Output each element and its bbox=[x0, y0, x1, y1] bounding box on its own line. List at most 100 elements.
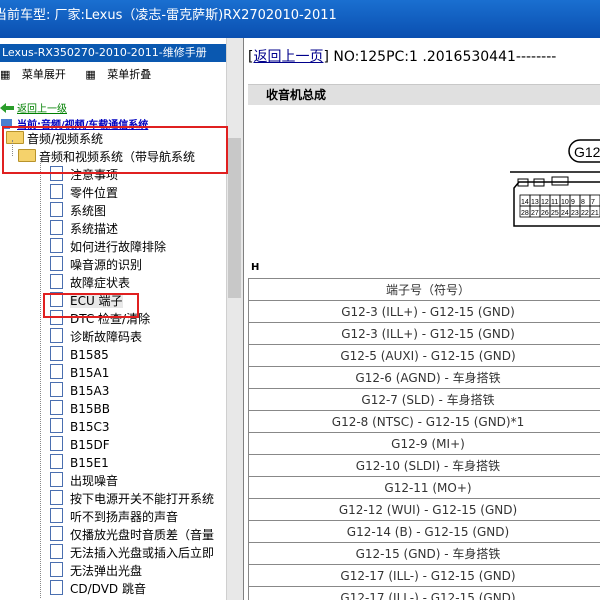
column-header-terminal: 端子号（符号） bbox=[248, 278, 600, 301]
tree-item[interactable]: B15BB bbox=[50, 400, 110, 418]
left-scrollbar[interactable] bbox=[226, 38, 243, 600]
document-icon bbox=[50, 436, 63, 451]
back-page-link[interactable]: 返回上一页 bbox=[253, 49, 323, 65]
terminal-cell: G12-3 (ILL+) - G12-15 (GND) bbox=[248, 300, 600, 323]
connector-label: G12 bbox=[574, 144, 600, 160]
table-row: G12-3 (ILL+) - G12-15 (GND) bbox=[248, 322, 600, 345]
document-icon bbox=[50, 238, 63, 253]
connector-pin: 22 bbox=[581, 210, 589, 217]
tree-item-label: 如何进行故障排除 bbox=[70, 240, 167, 254]
terminal-table: 端子号（符号） G12-3 (ILL+) - G12-15 (GND) G12-3… bbox=[248, 278, 600, 600]
document-icon bbox=[50, 562, 63, 577]
terminal-cell: G12-8 (NTSC) - G12-15 (GND)*1 bbox=[248, 410, 600, 433]
doc-header: [返回上一页] NO:125PC:1 .2016530441-------- bbox=[248, 49, 557, 65]
tree-item-label: CD/DVD 跳音 bbox=[70, 582, 146, 596]
table-row: G12-17 (ILL-) - G12-15 (GND) bbox=[248, 586, 600, 600]
tree-item-label: 按下电源开关不能打开系统 bbox=[70, 492, 215, 506]
connector-pin: 27 bbox=[531, 210, 539, 217]
document-icon bbox=[50, 526, 63, 541]
document-icon bbox=[50, 490, 63, 505]
expand-menu-button[interactable]: ▦ 菜单展开 bbox=[0, 68, 77, 81]
connector-pin: 25 bbox=[551, 210, 559, 217]
tree-item[interactable]: B15E1 bbox=[50, 454, 109, 472]
tree-item[interactable]: 如何进行故障排除 bbox=[50, 238, 166, 256]
tree-item[interactable]: B15C3 bbox=[50, 418, 110, 436]
connector-pin: 8 bbox=[581, 199, 585, 206]
table-row: G12-7 (SLD) - 车身搭铁 bbox=[248, 388, 600, 411]
tree-item[interactable]: 听不到扬声器的声音 bbox=[50, 508, 178, 526]
tree-item-label: 无法弹出光盘 bbox=[70, 564, 143, 578]
tree-item-label: B1585 bbox=[70, 348, 109, 362]
tree-item[interactable]: 系统描述 bbox=[50, 220, 118, 238]
tree-item[interactable]: 系统图 bbox=[50, 202, 106, 220]
tree-item-label: B15C3 bbox=[70, 420, 110, 434]
terminal-cell: G12-6 (AGND) - 车身搭铁 bbox=[248, 366, 600, 389]
document-icon bbox=[50, 544, 63, 559]
table-row: G12-5 (AUXI) - G12-15 (GND) bbox=[248, 344, 600, 367]
tree-item-label: B15E1 bbox=[70, 456, 109, 470]
document-icon bbox=[50, 472, 63, 487]
tree-item[interactable]: CD/DVD 跳音 bbox=[50, 580, 146, 598]
document-icon bbox=[50, 454, 63, 469]
document-icon bbox=[50, 580, 63, 595]
tree-item-label: 故障症状表 bbox=[70, 276, 131, 290]
window-title: 当前车型: 厂家:Lexus（凌志-雷克萨斯)RX2702010-2011 bbox=[0, 8, 337, 23]
document-icon bbox=[50, 220, 63, 235]
collapse-menu-button[interactable]: ▦ 菜单折叠 bbox=[85, 68, 159, 81]
document-panel: [返回上一页] NO:125PC:1 .2016530441-------- 收… bbox=[244, 38, 600, 600]
grid-icon: ▦ bbox=[85, 68, 100, 81]
tree-item-label: B15DF bbox=[70, 438, 110, 452]
tree-item[interactable]: B15A3 bbox=[50, 382, 109, 400]
terminal-cell: G12-7 (SLD) - 车身搭铁 bbox=[248, 388, 600, 411]
tree-item-label: 噪音源的识别 bbox=[70, 258, 143, 272]
tree-toolbar: ▦ 菜单展开 ▦ 菜单折叠 bbox=[0, 66, 167, 82]
tree-item[interactable]: 零件位置 bbox=[50, 184, 118, 202]
tree-item-label: B15BB bbox=[70, 402, 110, 416]
document-icon bbox=[50, 202, 63, 217]
tree-item[interactable]: 无法插入光盘或插入后立即 bbox=[50, 544, 214, 562]
tree-item-label: 系统图 bbox=[70, 204, 107, 218]
document-icon bbox=[50, 184, 63, 199]
tree-item[interactable]: 噪音源的识别 bbox=[50, 256, 142, 274]
connector-pin: 24 bbox=[561, 210, 569, 217]
terminal-cell: G12-10 (SLDI) - 车身搭铁 bbox=[248, 454, 600, 477]
section-title: 收音机总成 bbox=[248, 84, 600, 105]
table-row: G12-6 (AGND) - 车身搭铁 bbox=[248, 366, 600, 389]
document-icon bbox=[50, 382, 63, 397]
tree-item-label: 听不到扬声器的声音 bbox=[70, 510, 179, 524]
tree-item-label: B15A1 bbox=[70, 366, 110, 380]
connector-diagram: G12 14 13 12 11 10 9 8 7 28 27 26 25 24 23 22 21 bbox=[510, 139, 600, 227]
tree-item[interactable]: 无法弹出光盘 bbox=[50, 562, 142, 580]
terminal-cell: G12-5 (AUXI) - G12-15 (GND) bbox=[248, 344, 600, 367]
tree-item[interactable]: B15A1 bbox=[50, 364, 109, 382]
document-icon bbox=[50, 400, 63, 415]
scrollbar-thumb[interactable] bbox=[228, 138, 241, 298]
highlight-box-ecu bbox=[43, 293, 139, 318]
connector-pin: 23 bbox=[571, 210, 579, 217]
tree-item[interactable]: 仅播放光盘时音质差（音量 bbox=[50, 526, 214, 544]
tree-item[interactable]: 故障症状表 bbox=[50, 274, 130, 292]
connector-pin: 13 bbox=[531, 199, 539, 206]
tree-item-label: 无法插入光盘或插入后立即 bbox=[70, 546, 215, 560]
tree-item[interactable]: B1585 bbox=[50, 346, 109, 364]
tree-item-label: 仅播放光盘时音质差（音量 bbox=[70, 528, 215, 542]
table-row: G12-15 (GND) - 车身搭铁 bbox=[248, 542, 600, 565]
terminal-cell: G12-9 (MI+) bbox=[248, 432, 600, 455]
document-icon bbox=[50, 256, 63, 271]
terminal-cell: G12-17 (ILL-) - G12-15 (GND) bbox=[248, 586, 600, 600]
connector-pin: 10 bbox=[561, 199, 569, 206]
tree-item[interactable]: 诊断故障码表 bbox=[50, 328, 142, 346]
manual-title: Lexus-RX350270-2010-2011-维修手册 bbox=[0, 44, 227, 62]
tree-item-label: 系统描述 bbox=[70, 222, 119, 236]
doc-number: NO:125PC:1 .2016530441-------- bbox=[333, 49, 557, 65]
tree-item-label: 出现噪音 bbox=[70, 474, 119, 488]
table-row: G12-11 (MO+) bbox=[248, 476, 600, 499]
table-row: G12-10 (SLDI) - 车身搭铁 bbox=[248, 454, 600, 477]
tree-item[interactable]: B15DF bbox=[50, 436, 110, 454]
connector-pin: 12 bbox=[541, 199, 549, 206]
tree-item[interactable]: 按下电源开关不能打开系统 bbox=[50, 490, 214, 508]
back-up-level-link[interactable]: 返回上一级 bbox=[0, 100, 67, 115]
table-row: G12-3 (ILL+) - G12-15 (GND) bbox=[248, 300, 600, 323]
terminal-cell: G12-14 (B) - G12-15 (GND) bbox=[248, 520, 600, 543]
tree-item[interactable]: 出现噪音 bbox=[50, 472, 118, 490]
